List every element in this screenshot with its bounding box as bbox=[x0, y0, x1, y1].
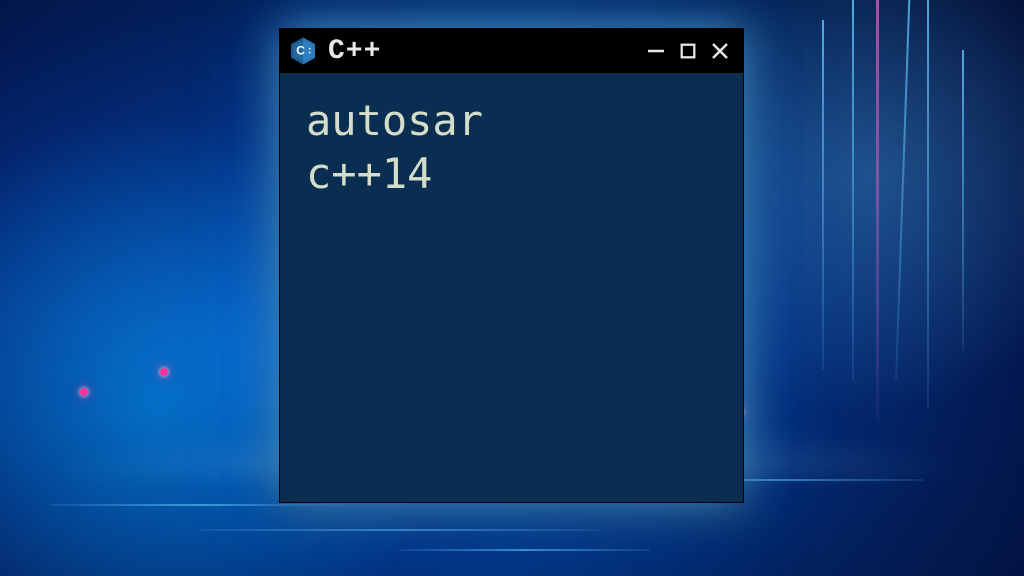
titlebar[interactable]: C + + C++ bbox=[280, 29, 743, 73]
maximize-button[interactable] bbox=[675, 38, 701, 64]
svg-text:+: + bbox=[308, 52, 311, 57]
svg-text:C: C bbox=[296, 44, 305, 58]
code-line-2: c++14 bbox=[306, 148, 717, 201]
editor-content[interactable]: autosar c++14 bbox=[280, 73, 743, 502]
minimize-button[interactable] bbox=[643, 38, 669, 64]
close-button[interactable] bbox=[707, 38, 733, 64]
window-title: C++ bbox=[328, 36, 633, 67]
window-controls bbox=[643, 38, 733, 64]
application-window: C + + C++ autosar c++14 bbox=[279, 28, 744, 503]
code-line-1: autosar bbox=[306, 95, 717, 148]
cpp-logo-icon: C + + bbox=[288, 36, 318, 66]
